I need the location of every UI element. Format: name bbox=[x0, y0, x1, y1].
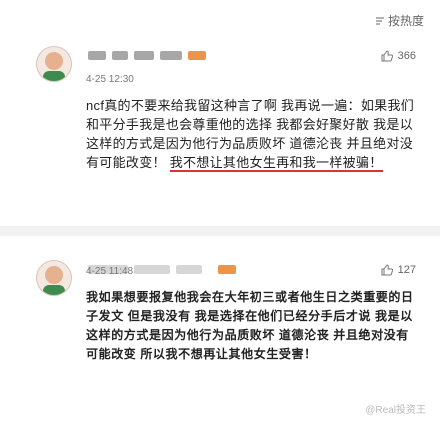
sort-label: 按热度 bbox=[387, 14, 424, 28]
watermark: @Real投资王 bbox=[365, 405, 426, 416]
like-button[interactable]: 366 bbox=[381, 50, 416, 62]
avatar[interactable] bbox=[36, 46, 72, 82]
comment-item: 4-25 12:30 366 ncf真的不要来给我留这种言了啊 我再说一遍：如果… bbox=[0, 36, 440, 242]
comment-time: 4-25 11:48 bbox=[86, 266, 134, 277]
sort-icon bbox=[375, 17, 384, 24]
like-count: 127 bbox=[397, 264, 416, 276]
divider bbox=[0, 226, 440, 236]
comment-text: 我如果想要报复他我会在大年初三或者他生日之类重要的日子发文 但是我没有 我是选择… bbox=[86, 290, 414, 361]
comment-text: ncf真的不要来给我留这种言了啊 我再说一遍：如果我们和平分手我是也会尊重他的选… bbox=[86, 96, 418, 172]
comment-item: 4-25 11:48 127 我如果想要报复他我会在大年初三或者他生日之类重要的… bbox=[0, 250, 440, 424]
avatar[interactable] bbox=[36, 260, 72, 296]
highlighted-text: 我不想让其他女生再和我一样被骗！ bbox=[169, 155, 383, 172]
username-blurred[interactable] bbox=[88, 48, 206, 62]
comment-time: 4-25 12:30 bbox=[86, 74, 134, 85]
like-button[interactable]: 127 bbox=[381, 264, 416, 276]
thumbs-up-icon bbox=[381, 264, 393, 276]
sort-by-heat[interactable]: 按热度 bbox=[375, 12, 424, 29]
thumbs-up-icon bbox=[381, 50, 393, 62]
like-count: 366 bbox=[397, 50, 416, 62]
